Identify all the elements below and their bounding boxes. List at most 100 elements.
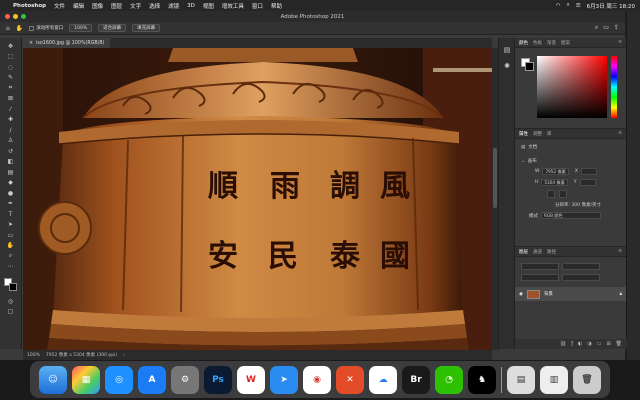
frame-tool-icon[interactable]: ⊠ xyxy=(5,94,17,105)
status-zoom[interactable]: 100% xyxy=(27,353,40,358)
tab-layers[interactable]: 图层 xyxy=(519,249,528,255)
background-color-chip[interactable] xyxy=(525,62,534,71)
search-icon[interactable]: ⌕ xyxy=(567,2,570,9)
qq-app-icon[interactable]: ♞ xyxy=(468,365,496,394)
wps-app-icon[interactable]: W xyxy=(237,365,265,394)
landscape-icon[interactable] xyxy=(559,190,567,198)
launchpad-app-icon[interactable]: ▦ xyxy=(72,365,100,394)
menu-file[interactable]: 文件 xyxy=(54,2,65,10)
brush-tool-icon[interactable]: ∕ xyxy=(5,125,17,136)
color-swatches[interactable] xyxy=(3,278,18,292)
stamp-tool-icon[interactable]: ♙ xyxy=(5,136,17,147)
more-tools-icon[interactable]: ⋯ xyxy=(5,262,17,273)
color-picker-field[interactable] xyxy=(537,56,607,118)
close-tab-icon[interactable]: × xyxy=(29,41,33,46)
background-color-swatch[interactable] xyxy=(8,283,17,291)
new-group-icon[interactable]: ▭ xyxy=(597,341,602,347)
menu-filter[interactable]: 滤镜 xyxy=(168,2,179,10)
tab-properties[interactable]: 属性 xyxy=(519,131,528,137)
menu-select[interactable]: 选择 xyxy=(149,2,160,10)
trash-icon[interactable]: 🗑︎ xyxy=(573,365,601,394)
eye-icon[interactable]: ◉ xyxy=(519,292,523,297)
tab-paths[interactable]: 路径 xyxy=(547,249,556,255)
status-arrow-icon[interactable]: › xyxy=(123,353,125,358)
x-field[interactable] xyxy=(580,168,597,175)
fit-screen-button[interactable]: 适合屏幕 xyxy=(98,24,127,32)
safari-app-icon[interactable]: ◎ xyxy=(105,365,133,394)
layer-kind-filter[interactable] xyxy=(521,263,559,270)
fx-icon[interactable]: ƒ xyxy=(571,341,573,347)
hue-slider[interactable] xyxy=(611,56,617,118)
mode-select[interactable]: RGB 颜色 xyxy=(541,212,601,219)
quick-mask-icon[interactable]: ◎ xyxy=(5,296,17,307)
shape-tool-icon[interactable]: ▭ xyxy=(5,230,17,241)
menu-view[interactable]: 视图 xyxy=(203,2,214,10)
canvas-section-header[interactable]: ⌄ 画布 xyxy=(515,156,626,166)
zoom-100-button[interactable]: 100% xyxy=(69,24,93,32)
wifi-icon[interactable]: ◠ xyxy=(556,3,561,9)
hand-tool-icon[interactable]: ✋ xyxy=(5,241,17,252)
menu-plugins[interactable]: 增效工具 xyxy=(222,2,244,10)
fill-field[interactable] xyxy=(562,274,600,281)
menu-3d[interactable]: 3D xyxy=(187,3,195,9)
menu-layer[interactable]: 图层 xyxy=(111,2,122,10)
chrome-app-icon[interactable]: ◉ xyxy=(303,365,331,394)
pen-tool-icon[interactable]: ✒ xyxy=(5,199,17,210)
lock-options[interactable] xyxy=(521,274,559,281)
crop-tool-icon[interactable]: ⌗ xyxy=(5,83,17,94)
tab-swatches[interactable]: 色板 xyxy=(533,40,542,46)
move-tool-icon[interactable]: ✥ xyxy=(5,41,17,52)
menu-window[interactable]: 窗口 xyxy=(252,2,263,10)
photoshop-app-icon[interactable]: Ps xyxy=(204,365,232,394)
zoom-tool-icon[interactable]: ⌕ xyxy=(5,251,17,262)
menu-type[interactable]: 文字 xyxy=(130,2,141,10)
downloads-stack-icon[interactable]: ▤ xyxy=(507,365,535,394)
portrait-icon[interactable] xyxy=(547,190,555,198)
documents-stack-icon[interactable]: ▥ xyxy=(540,365,568,394)
menu-app-name[interactable]: Photoshop xyxy=(13,3,46,9)
tab-color[interactable]: 颜色 xyxy=(519,40,528,46)
history-panel-icon[interactable]: ▤ xyxy=(499,42,515,58)
type-tool-icon[interactable]: T xyxy=(5,209,17,220)
bridge-app-icon[interactable]: Br xyxy=(402,365,430,394)
menu-edit[interactable]: 编辑 xyxy=(73,2,84,10)
new-layer-icon[interactable]: ⊞ xyxy=(606,341,610,347)
width-field[interactable]: 7952 像素 xyxy=(542,168,569,175)
menu-help[interactable]: 帮助 xyxy=(271,2,282,10)
layer-blend-select[interactable] xyxy=(562,263,600,270)
add-mask-icon[interactable]: ◐ xyxy=(578,341,582,347)
share-icon[interactable]: ⇪ xyxy=(614,24,619,32)
gradient-tool-icon[interactable]: ▤ xyxy=(5,167,17,178)
healing-brush-tool-icon[interactable]: ✚ xyxy=(5,115,17,126)
fill-screen-button[interactable]: 填充屏幕 xyxy=(132,24,161,32)
layer-row-background[interactable]: ◉ 背景 🔒︎ xyxy=(515,287,626,301)
color-wheel-icon[interactable]: ✺ xyxy=(499,58,515,74)
link-layers-icon[interactable]: ⛓ xyxy=(560,341,566,347)
wechat-app-icon[interactable]: ◔ xyxy=(435,365,463,394)
document-canvas[interactable]: 順 雨 調 風 安 民 泰 國 xyxy=(23,48,492,350)
app-store-app-icon[interactable]: A xyxy=(138,365,166,394)
eyedropper-tool-icon[interactable]: ⁄ xyxy=(5,104,17,115)
path-select-tool-icon[interactable]: ➤ xyxy=(5,220,17,231)
history-brush-tool-icon[interactable]: ↺ xyxy=(5,146,17,157)
menu-image[interactable]: 图像 xyxy=(92,2,103,10)
adjustment-layer-icon[interactable]: ◑ xyxy=(587,341,591,347)
xmind-app-icon[interactable]: ✕ xyxy=(336,365,364,394)
scrollbar-thumb[interactable] xyxy=(493,148,497,208)
panel-menu-icon[interactable]: ≡ xyxy=(618,40,622,45)
panel-menu-icon[interactable]: ≡ xyxy=(618,249,622,254)
height-field[interactable]: 5304 像素 xyxy=(541,179,568,186)
hand-tool-icon[interactable]: ✋ xyxy=(16,25,23,32)
y-field[interactable] xyxy=(579,179,596,186)
marquee-tool-icon[interactable]: ⬚ xyxy=(5,52,17,63)
home-icon[interactable]: ⌂ xyxy=(6,25,10,32)
dodge-tool-icon[interactable]: ● xyxy=(5,188,17,199)
tab-patterns[interactable]: 图案 xyxy=(561,40,570,46)
search-icon[interactable]: ⌕ xyxy=(595,24,598,32)
menubar-clock[interactable]: 6月3日 周三 18:20 xyxy=(587,2,635,10)
scroll-all-windows-checkbox[interactable]: 滚动所有窗口 xyxy=(29,25,63,31)
control-center-icon[interactable]: ☰ xyxy=(576,3,581,9)
dingtalk-app-icon[interactable]: ➤ xyxy=(270,365,298,394)
quick-select-tool-icon[interactable]: ✎ xyxy=(5,73,17,84)
eraser-tool-icon[interactable]: ◧ xyxy=(5,157,17,168)
